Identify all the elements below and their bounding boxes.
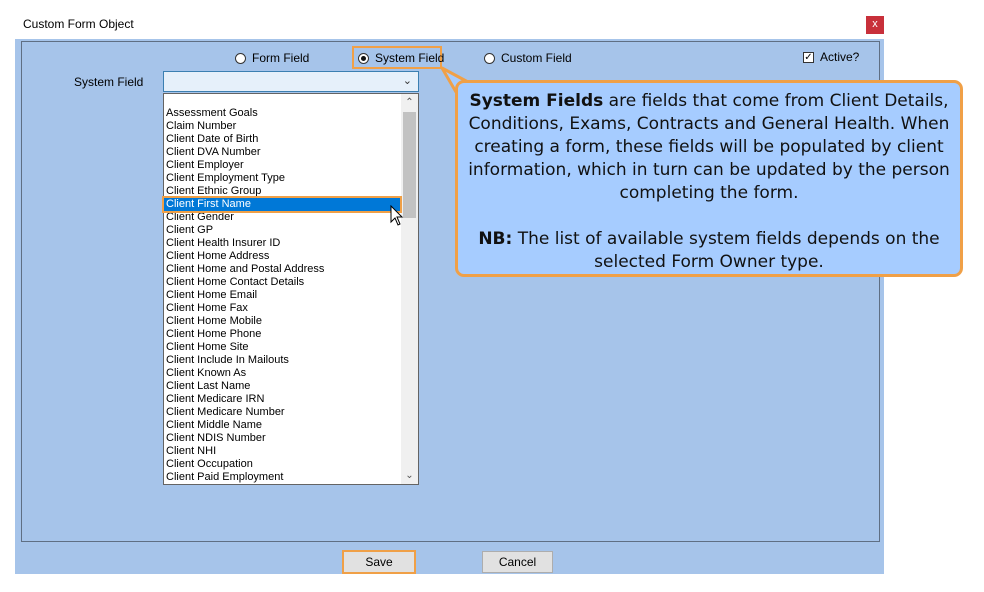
list-item[interactable]: Client Date of Birth: [164, 133, 402, 146]
list-item[interactable]: Client Employer: [164, 159, 402, 172]
list-item[interactable]: Client Home Fax: [164, 302, 402, 315]
list-item[interactable]: Client NHI: [164, 445, 402, 458]
active-checkbox[interactable]: ✓ Active?: [803, 50, 859, 64]
form-field-label: Form Field: [252, 51, 310, 65]
radio-icon[interactable]: [484, 52, 495, 64]
scroll-up-icon[interactable]: ⌃: [401, 94, 418, 111]
list-item[interactable]: Client Home Email: [164, 289, 402, 302]
info-callout: System Fields are fields that come from …: [455, 80, 963, 277]
list-item[interactable]: Client NDIS Number: [164, 432, 402, 445]
list-item[interactable]: Client Health Insurer ID: [164, 237, 402, 250]
list-item[interactable]: Client Home and Postal Address: [164, 263, 402, 276]
list-item[interactable]: Client Medicare IRN: [164, 393, 402, 406]
list-item[interactable]: Client Employment Type: [164, 172, 402, 185]
radio-checked-icon[interactable]: [358, 52, 369, 64]
list-item[interactable]: Client Known As: [164, 367, 402, 380]
system-field-option[interactable]: System Field: [358, 51, 444, 65]
list-item[interactable]: Client Home Mobile: [164, 315, 402, 328]
selected-item-highlight: [162, 196, 402, 213]
scroll-down-icon[interactable]: ⌄: [401, 467, 418, 484]
window-title: Custom Form Object: [23, 17, 134, 31]
close-button[interactable]: x: [866, 16, 884, 34]
system-field-combobox[interactable]: ⌄: [163, 71, 419, 92]
mouse-pointer-icon: [390, 205, 404, 226]
chevron-down-icon[interactable]: ⌄: [403, 74, 412, 87]
title-bar: Custom Form Object x: [0, 0, 984, 40]
callout-text-2: The list of available system fields depe…: [512, 229, 940, 272]
list-item[interactable]: Client Last Name: [164, 380, 402, 393]
list-item[interactable]: Client Paid Employment: [164, 471, 402, 484]
scroll-thumb[interactable]: [403, 112, 416, 218]
callout-paragraph-1: System Fields are fields that come from …: [468, 90, 950, 205]
list-item[interactable]: Client Medicare Number: [164, 406, 402, 419]
dropdown-scrollbar[interactable]: ⌃ ⌄: [401, 94, 418, 484]
callout-bold-2: NB:: [478, 229, 513, 249]
list-item[interactable]: Client Home Phone: [164, 328, 402, 341]
system-field-label: System Field: [74, 75, 144, 89]
active-label: Active?: [820, 50, 860, 64]
list-item[interactable]: Claim Number: [164, 120, 402, 133]
list-item[interactable]: Assessment Goals: [164, 107, 402, 120]
system-field-option-label: System Field: [375, 51, 445, 65]
list-item[interactable]: Client DVA Number: [164, 146, 402, 159]
list-item[interactable]: Client GP: [164, 224, 402, 237]
radio-icon[interactable]: [235, 52, 246, 64]
list-item[interactable]: Client Home Site: [164, 341, 402, 354]
system-field-dropdown-list[interactable]: Assessment Goals Claim Number Client Date …: [163, 93, 419, 485]
list-item[interactable]: Client Home Address: [164, 250, 402, 263]
list-item[interactable]: Client Include In Mailouts: [164, 354, 402, 367]
callout-bold-1: System Fields: [469, 91, 604, 111]
cancel-button[interactable]: Cancel: [482, 551, 553, 573]
list-item[interactable]: Client Home Contact Details: [164, 276, 402, 289]
custom-field-label: Custom Field: [501, 51, 572, 65]
save-button[interactable]: Save: [342, 550, 416, 574]
form-field-option[interactable]: Form Field: [235, 51, 309, 65]
custom-field-option[interactable]: Custom Field: [484, 51, 572, 65]
list-item[interactable]: Client Middle Name: [164, 419, 402, 432]
dropdown-items: Assessment Goals Claim Number Client Date …: [164, 107, 402, 484]
callout-paragraph-2: NB: The list of available system fields …: [468, 228, 950, 274]
checkbox-checked-icon[interactable]: ✓: [803, 51, 814, 63]
list-item[interactable]: Client Occupation: [164, 458, 402, 471]
